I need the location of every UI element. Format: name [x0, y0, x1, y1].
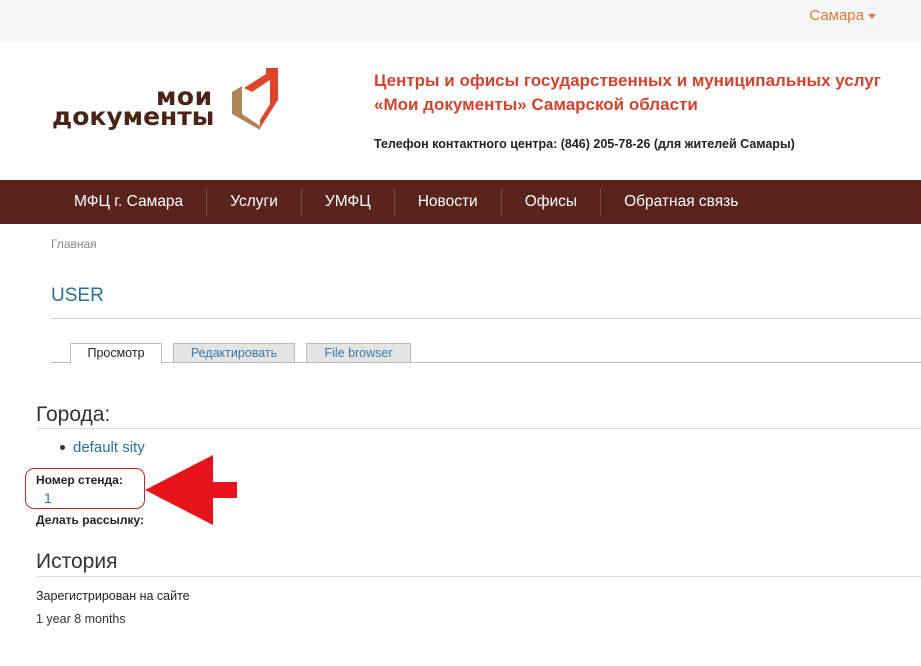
page-title: USER: [51, 285, 104, 306]
history-divider: [36, 576, 921, 577]
region-selector[interactable]: Самара: [809, 7, 876, 24]
tab-view[interactable]: Просмотр: [70, 343, 162, 364]
site-title-line2: «Мои документы» Самарской области: [374, 95, 698, 114]
main-nav: МФЦ г. Самара Услуги УМФЦ Новости Офисы …: [0, 180, 921, 224]
site-header: мои документы Центры и офисы государстве…: [0, 42, 921, 180]
nav-item-services[interactable]: Услуги: [207, 188, 302, 216]
breadcrumb: Главная: [51, 237, 97, 251]
contact-phone: Телефон контактного центра: (846) 205-78…: [374, 137, 795, 151]
chevron-down-icon: [868, 14, 876, 19]
logo-text-line2: документы: [52, 102, 215, 131]
nav-item-news[interactable]: Новости: [395, 188, 502, 216]
registered-value: 1 year 8 months: [36, 612, 126, 626]
region-label: Самара: [809, 7, 864, 24]
cities-divider: [36, 428, 921, 429]
logo[interactable]: мои документы: [52, 66, 292, 136]
history-heading: История: [36, 550, 118, 573]
nav-list: МФЦ г. Самара Услуги УМФЦ Новости Офисы …: [51, 180, 761, 224]
bullet-icon: [60, 445, 65, 450]
top-bar: Самара: [0, 0, 921, 42]
city-link[interactable]: default sity: [73, 439, 145, 456]
tab-edit[interactable]: Редактировать: [173, 343, 295, 363]
nav-item-feedback[interactable]: Обратная связь: [601, 188, 761, 216]
site-title: Центры и офисы государственных и муницип…: [374, 69, 904, 117]
nav-item-umfc[interactable]: УМФЦ: [302, 188, 395, 216]
breadcrumb-home-link[interactable]: Главная: [51, 237, 97, 251]
list-item: default sity: [60, 439, 145, 456]
site-title-line1: Центры и офисы государственных и муницип…: [374, 71, 881, 90]
cities-heading: Города:: [36, 403, 111, 426]
mailing-label: Делать рассылку:: [36, 513, 144, 527]
annotation-highlight-box: [25, 468, 145, 509]
nav-item-mfc-samara[interactable]: МФЦ г. Самара: [51, 188, 208, 216]
annotation-arrow-icon: [145, 455, 237, 525]
logo-mark-icon: [232, 68, 278, 130]
title-divider: [51, 318, 921, 319]
tab-file-browser[interactable]: File browser: [306, 343, 411, 363]
registered-label: Зарегистрирован на сайте: [36, 589, 190, 603]
nav-item-offices[interactable]: Офисы: [502, 188, 602, 216]
